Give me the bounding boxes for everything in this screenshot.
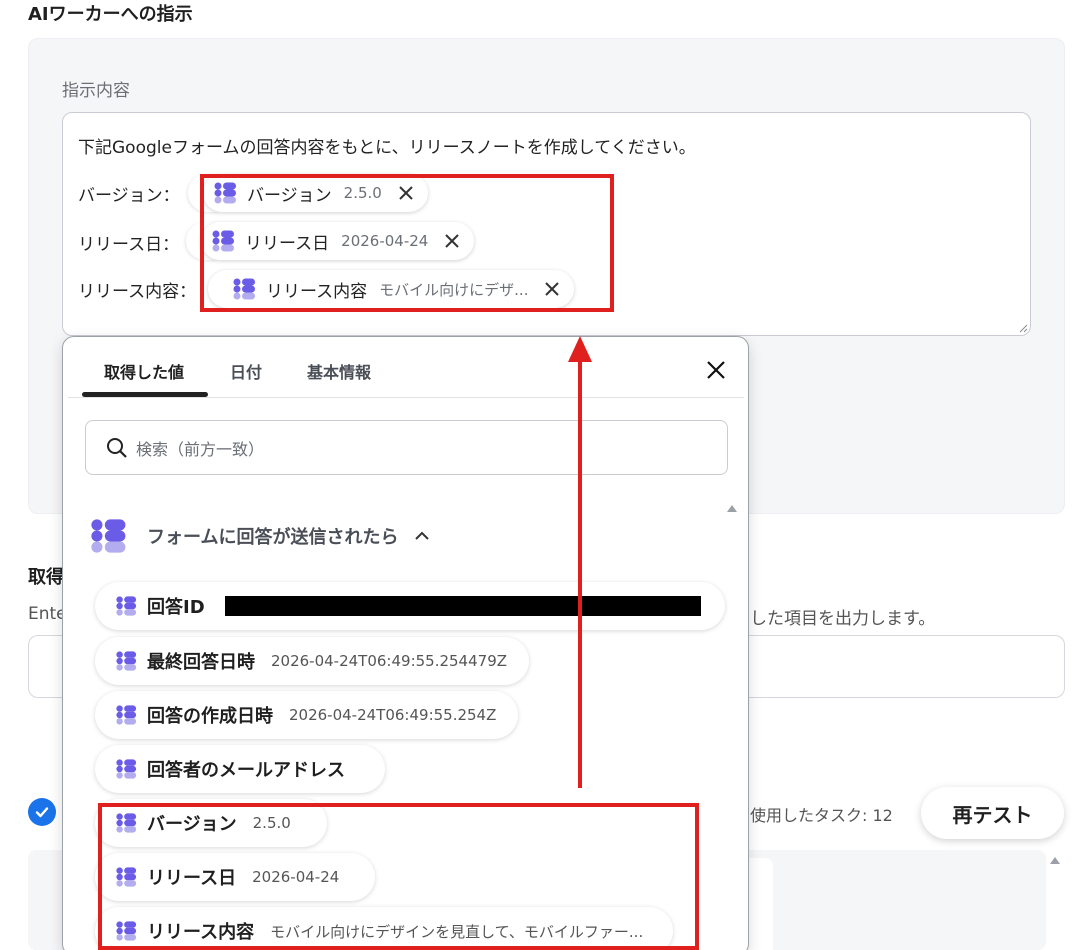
highlight-box-items bbox=[98, 803, 699, 950]
group-title: フォームに回答が送信されたら bbox=[147, 527, 399, 548]
close-icon[interactable] bbox=[705, 359, 727, 381]
item-value: 2026-04-24T06:49:55.254479Z bbox=[271, 652, 508, 670]
form-icon bbox=[116, 651, 137, 671]
form-icon bbox=[116, 759, 137, 779]
trigger-group-header[interactable]: フォームに回答が送信されたら bbox=[89, 517, 430, 555]
output-description-end: した項目を出力します。 bbox=[750, 609, 936, 629]
scroll-up-icon[interactable] bbox=[1050, 857, 1060, 864]
instruction-label: 指示内容 bbox=[62, 81, 130, 101]
list-item-created-time[interactable]: 回答の作成日時 2026-04-24T06:49:55.254Z bbox=[95, 691, 519, 739]
instruction-first-line: 下記Googleフォームの回答内容をもとに、リリースノートを作成してください。 bbox=[78, 138, 696, 158]
tab-acquired-values[interactable]: 取得した値 bbox=[104, 359, 184, 383]
section-title: AIワーカーへの指示 bbox=[28, 4, 193, 25]
form-icon bbox=[116, 596, 137, 616]
redacted-value bbox=[224, 596, 701, 616]
resize-handle-icon[interactable] bbox=[1018, 323, 1028, 333]
chevron-up-icon[interactable] bbox=[414, 528, 430, 544]
release-date-prefix: リリース日： bbox=[78, 235, 180, 255]
check-circle-icon bbox=[28, 798, 56, 826]
tasks-used: 使用したタスク: 12 bbox=[750, 806, 893, 825]
item-value: 2026-04-24T06:49:55.254Z bbox=[289, 706, 497, 724]
retest-button[interactable]: 再テスト bbox=[921, 787, 1064, 839]
item-name: 最終回答日時 bbox=[147, 652, 255, 673]
item-name: 回答ID bbox=[147, 597, 205, 618]
tab-divider bbox=[68, 397, 744, 398]
tab-date[interactable]: 日付 bbox=[230, 359, 262, 383]
form-icon bbox=[91, 519, 126, 553]
search-placeholder: 検索（前方一致） bbox=[136, 439, 265, 459]
form-icon bbox=[116, 705, 137, 725]
output-description-start: Ente bbox=[28, 604, 67, 624]
red-arrow-icon bbox=[568, 336, 592, 788]
tab-basic-info[interactable]: 基本情報 bbox=[307, 359, 371, 383]
version-prefix: バージョン： bbox=[78, 186, 180, 206]
list-item-response-id[interactable]: 回答ID bbox=[95, 582, 725, 630]
release-content-prefix: リリース内容： bbox=[78, 282, 197, 302]
list-item-respondent-email[interactable]: 回答者のメールアドレス bbox=[95, 745, 385, 793]
scroll-up-icon[interactable] bbox=[727, 505, 737, 512]
item-name: 回答の作成日時 bbox=[147, 706, 273, 727]
list-item-last-response-time[interactable]: 最終回答日時 2026-04-24T06:49:55.254479Z bbox=[95, 637, 530, 685]
search-icon bbox=[107, 437, 127, 458]
output-heading-fragment: 取得 bbox=[28, 567, 64, 588]
search-input[interactable]: 検索（前方一致） bbox=[85, 420, 728, 475]
highlight-box-pills bbox=[200, 174, 614, 312]
item-name: 回答者のメールアドレス bbox=[147, 760, 345, 781]
